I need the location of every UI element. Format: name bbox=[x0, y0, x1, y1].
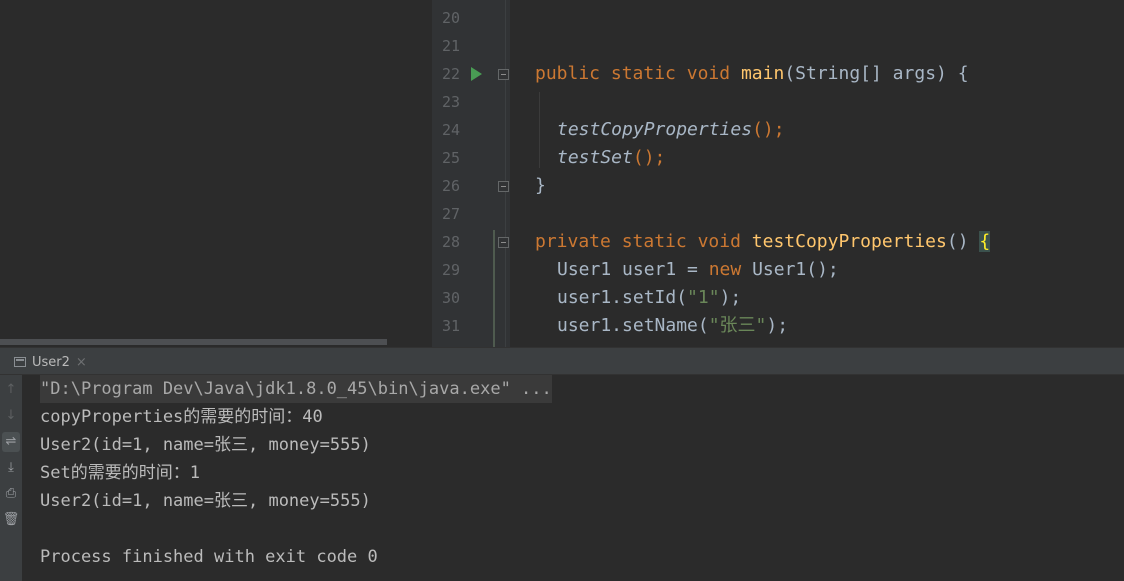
run-tab-label: User2 bbox=[32, 354, 70, 370]
run-panel-header: User2 × bbox=[0, 347, 1124, 375]
string-literal: "1" bbox=[687, 287, 720, 308]
indent-guide bbox=[539, 92, 540, 168]
code-text: } bbox=[535, 175, 546, 196]
code-text: (String[] args) { bbox=[784, 63, 969, 84]
keyword: static bbox=[610, 63, 676, 84]
code-text: user1.setName( bbox=[557, 315, 709, 336]
run-tab[interactable]: User2 × bbox=[14, 350, 87, 374]
method-name: testCopyProperties bbox=[751, 231, 947, 252]
code-line-31[interactable]: user1.setName("张三"); bbox=[557, 312, 788, 340]
line-number: 23 bbox=[441, 93, 460, 111]
console-output-line: User2(id=1, name=张三, money=555) bbox=[40, 491, 371, 511]
console-output-line: Set的需要的时间：1 bbox=[40, 463, 200, 483]
console-command-line[interactable]: "D:\Program Dev\Java\jdk1.8.0_45\bin\jav… bbox=[40, 375, 552, 403]
code-text: user1.setId( bbox=[557, 287, 688, 308]
gutter-divider bbox=[505, 0, 506, 347]
code-text: User1(); bbox=[741, 259, 839, 280]
horizontal-scrollbar[interactable] bbox=[0, 339, 387, 345]
code-line-30[interactable]: user1.setId("1"); bbox=[557, 284, 741, 312]
method-name: main bbox=[740, 63, 785, 84]
close-icon[interactable]: × bbox=[76, 355, 87, 370]
code-line-29[interactable]: User1 user1 = new User1(); bbox=[557, 256, 839, 284]
console-output-line: User2(id=1, name=张三, money=555) bbox=[40, 435, 371, 455]
code-line-22[interactable]: public static void main(String[] args) { bbox=[535, 60, 969, 88]
code-text: (); bbox=[752, 119, 785, 140]
code-text: (); bbox=[632, 147, 666, 168]
console-output-line: copyProperties的需要的时间：40 bbox=[40, 407, 323, 427]
fold-icon[interactable] bbox=[498, 181, 509, 192]
code-line-24[interactable]: testCopyProperties(); bbox=[557, 116, 785, 144]
keyword: void bbox=[686, 63, 731, 84]
vcs-change-marker[interactable] bbox=[493, 230, 495, 347]
line-number: 21 bbox=[441, 37, 460, 55]
method-call: testCopyProperties bbox=[557, 119, 753, 140]
line-number: 31 bbox=[441, 317, 460, 335]
fold-icon[interactable] bbox=[498, 237, 509, 248]
trash-icon[interactable]: 🗑 bbox=[2, 510, 20, 530]
soft-wrap-icon[interactable]: ⇌ bbox=[2, 432, 20, 452]
print-icon[interactable]: ⎙ bbox=[2, 484, 20, 504]
project-panel bbox=[0, 0, 432, 347]
line-number: 28 bbox=[441, 233, 460, 251]
line-number: 27 bbox=[441, 205, 460, 223]
matched-brace: { bbox=[979, 231, 991, 252]
keyword: static bbox=[621, 231, 687, 252]
fold-icon[interactable] bbox=[498, 69, 509, 80]
console-exit-line: Process finished with exit code 0 bbox=[40, 547, 378, 567]
code-text: ); bbox=[766, 315, 789, 336]
code-line-25[interactable]: testSet(); bbox=[557, 144, 665, 172]
scroll-to-end-icon[interactable]: ⤓ bbox=[2, 458, 20, 478]
run-gutter-icon[interactable] bbox=[471, 67, 482, 81]
line-number: 25 bbox=[441, 149, 460, 167]
code-text: User1 user1 = bbox=[557, 259, 709, 280]
code-line-28[interactable]: private static void testCopyProperties()… bbox=[535, 228, 991, 256]
line-number: 22 bbox=[441, 65, 460, 83]
keyword: new bbox=[708, 259, 742, 280]
keyword: private bbox=[535, 231, 611, 252]
keyword: void bbox=[697, 231, 741, 252]
line-number: 20 bbox=[441, 9, 460, 27]
console-icon bbox=[14, 357, 26, 367]
line-number: 26 bbox=[441, 177, 460, 195]
down-arrow-icon[interactable]: ↓ bbox=[2, 406, 20, 426]
line-number: 24 bbox=[441, 121, 460, 139]
run-toolbar: ↑ ↓ ⇌ ⤓ ⎙ 🗑 bbox=[0, 375, 22, 581]
up-arrow-icon[interactable]: ↑ bbox=[2, 380, 20, 400]
code-text: () bbox=[946, 231, 980, 252]
code-text: ); bbox=[719, 287, 742, 308]
line-number: 29 bbox=[441, 261, 460, 279]
keyword: public bbox=[535, 63, 601, 84]
code-line-26[interactable]: } bbox=[535, 172, 546, 200]
string-literal: "张三" bbox=[708, 315, 767, 336]
method-call: testSet bbox=[557, 147, 633, 168]
line-number: 30 bbox=[441, 289, 460, 307]
